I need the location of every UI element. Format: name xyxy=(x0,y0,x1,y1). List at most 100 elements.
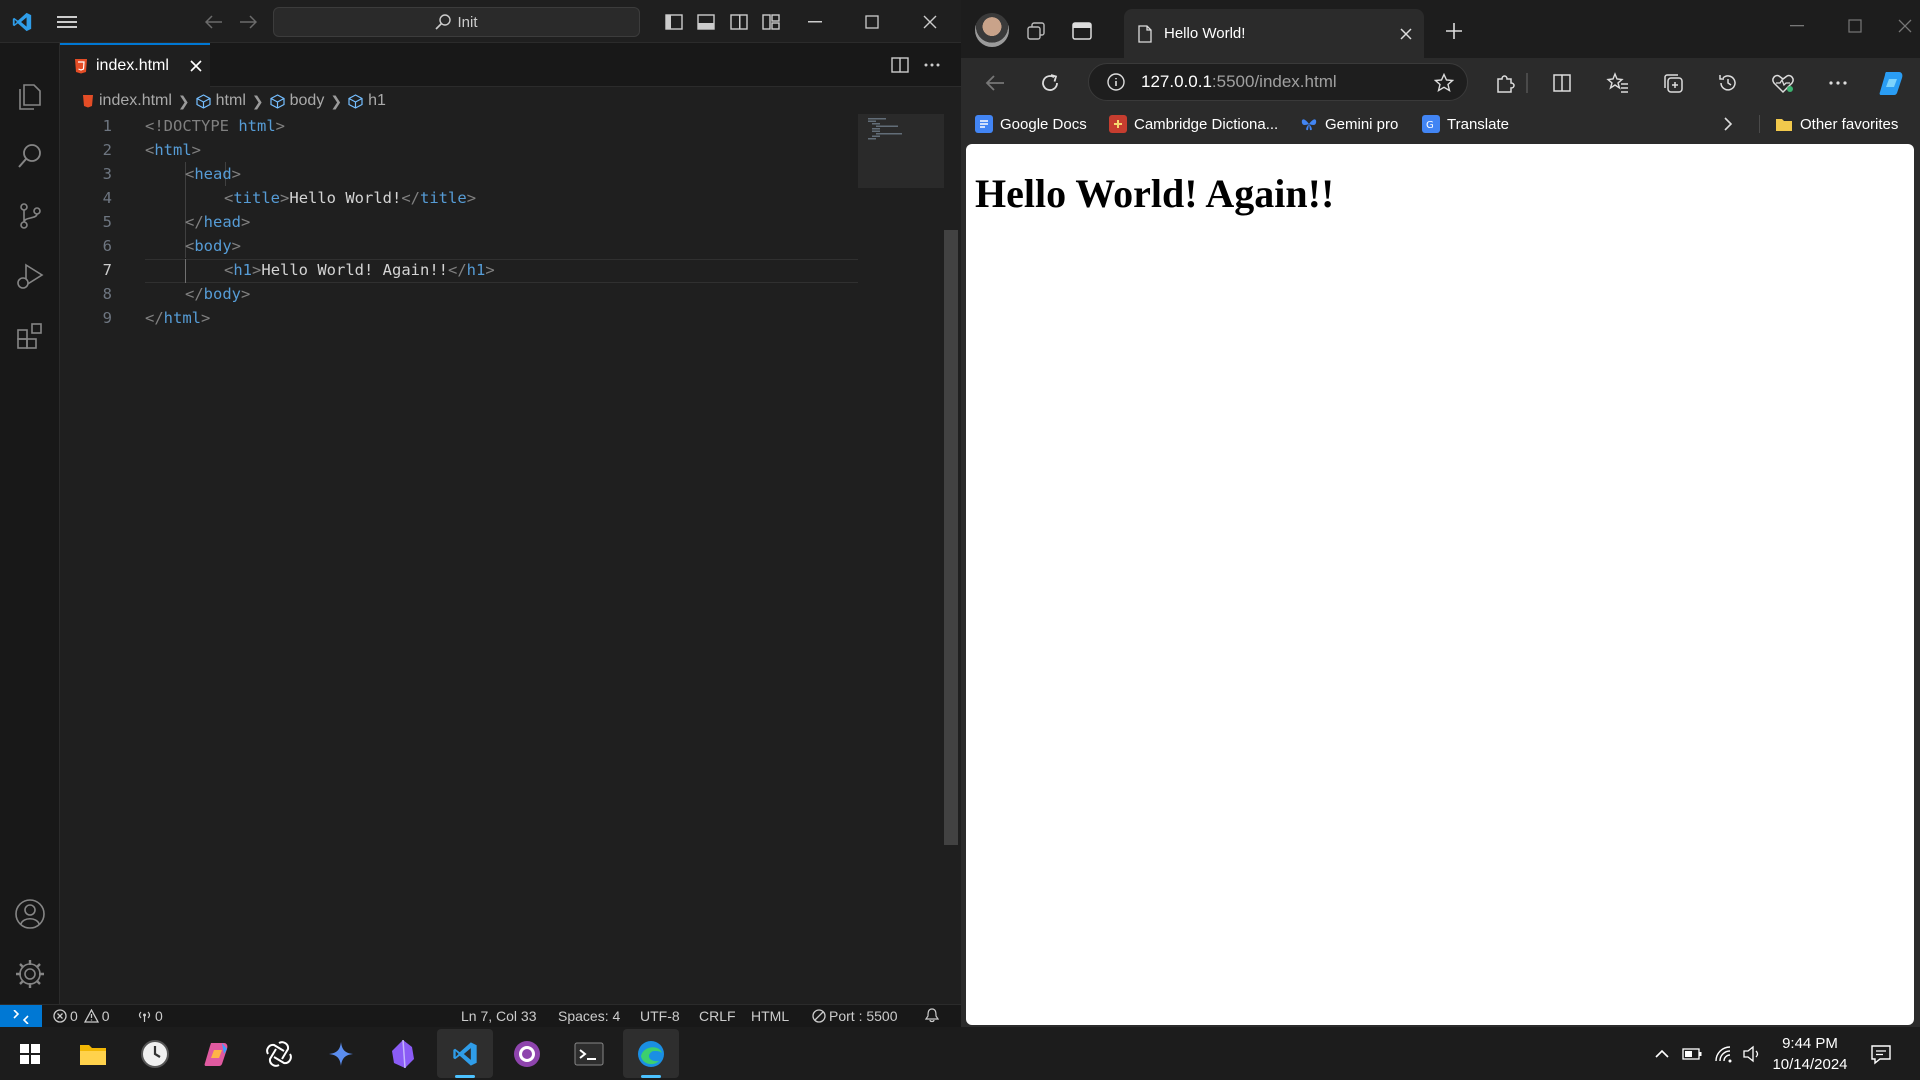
show-hidden-icons-chevron-icon[interactable] xyxy=(1650,1042,1674,1066)
code-line-4: <title>Hello World!</title> xyxy=(224,189,477,207)
eol-status[interactable]: CRLF xyxy=(699,1008,736,1024)
wifi-icon[interactable] xyxy=(1712,1042,1736,1066)
bookmark-gemini-pro[interactable]: Gemini pro xyxy=(1300,112,1398,136)
close-window-icon[interactable] xyxy=(1889,10,1920,42)
toggle-panel-icon[interactable] xyxy=(694,10,718,34)
notifications-bell-icon[interactable] xyxy=(925,1008,939,1023)
address-bar[interactable]: 127.0.0.1:5500/index.html xyxy=(1088,63,1468,101)
gemini-icon[interactable] xyxy=(313,1029,369,1078)
minimize-icon[interactable] xyxy=(792,6,838,38)
copilot-icon[interactable] xyxy=(1875,66,1909,100)
browser-tab-hello-world[interactable]: Hello World! xyxy=(1124,9,1424,58)
terminal-icon[interactable] xyxy=(561,1029,617,1078)
history-icon[interactable] xyxy=(1713,68,1743,98)
bookmark-cambridge-dictionary[interactable]: Cambridge Dictiona... xyxy=(1109,112,1278,136)
menu-icon[interactable] xyxy=(53,10,81,34)
toggle-secondary-sidebar-icon[interactable] xyxy=(727,10,751,34)
source-control-icon[interactable] xyxy=(8,194,52,238)
favorites-icon[interactable] xyxy=(1603,68,1633,98)
customize-layout-icon[interactable] xyxy=(759,10,783,34)
explorer-icon[interactable] xyxy=(8,74,52,118)
breadcrumb-label: h1 xyxy=(368,92,386,109)
system-clock[interactable]: 9:44 PM 10/14/2024 xyxy=(1766,1033,1854,1075)
close-tab-icon[interactable] xyxy=(1396,24,1416,44)
close-window-icon[interactable] xyxy=(907,6,953,38)
web-page-content: Hello World! Again!! xyxy=(966,144,1914,1025)
code-line-6: <body> xyxy=(185,237,242,255)
maximize-icon[interactable] xyxy=(1832,10,1878,42)
other-favorites-folder[interactable]: Other favorites xyxy=(1775,112,1898,136)
extensions-icon[interactable] xyxy=(8,314,52,358)
close-tab-icon[interactable] xyxy=(187,57,205,75)
extensions-puzzle-icon[interactable] xyxy=(1490,68,1520,98)
code-token: body xyxy=(203,285,241,303)
code-editor[interactable]: 1 2 3 4 5 6 7 8 9 <!DOCTYPE html> <html>… xyxy=(60,114,860,1004)
notification-center-icon[interactable] xyxy=(1868,1041,1894,1067)
breadcrumb-html[interactable]: html xyxy=(196,92,246,110)
github-desktop-icon[interactable] xyxy=(499,1029,555,1078)
cursor-position[interactable]: Ln 7, Col 33 xyxy=(461,1008,537,1024)
file-explorer-icon[interactable] xyxy=(65,1029,121,1078)
editor-scrollbar-thumb[interactable] xyxy=(944,230,958,845)
start-icon[interactable] xyxy=(2,1029,58,1078)
command-center-search[interactable]: Init xyxy=(273,7,640,37)
minimize-icon[interactable] xyxy=(1774,10,1820,42)
bookmark-label: Google Docs xyxy=(1000,115,1087,133)
cambridge-shield-icon xyxy=(1109,115,1127,133)
live-server-port-status[interactable]: Port : 5500 xyxy=(812,1008,898,1024)
collections-icon[interactable] xyxy=(1658,68,1688,98)
profile-avatar[interactable] xyxy=(975,13,1009,47)
breadcrumb-h1[interactable]: h1 xyxy=(348,92,386,110)
tab-actions-icon[interactable] xyxy=(1067,16,1097,46)
chevron-right-icon: ❯ xyxy=(330,92,343,109)
battery-icon[interactable] xyxy=(1680,1042,1704,1066)
workspaces-icon[interactable] xyxy=(1021,16,1051,46)
forward-arrow-icon[interactable] xyxy=(234,10,262,34)
settings-more-icon[interactable] xyxy=(1823,68,1853,98)
tab-label: index.html xyxy=(96,57,169,74)
copilot-icon[interactable] xyxy=(189,1029,245,1078)
run-debug-icon[interactable] xyxy=(8,254,52,298)
code-token: title xyxy=(420,189,467,207)
info-icon[interactable] xyxy=(1107,73,1125,91)
toggle-primary-sidebar-icon[interactable] xyxy=(662,10,686,34)
remote-indicator-icon[interactable] xyxy=(0,1005,42,1028)
back-arrow-icon[interactable] xyxy=(200,10,228,34)
minimap[interactable] xyxy=(858,114,944,188)
vscode-icon[interactable] xyxy=(437,1029,493,1078)
edge-icon[interactable] xyxy=(623,1029,679,1078)
chatgpt-icon[interactable] xyxy=(251,1029,307,1078)
browser-toolbar: 127.0.0.1:5500/index.html xyxy=(961,58,1920,108)
chevron-right-icon[interactable] xyxy=(1723,112,1733,136)
breadcrumb-file[interactable]: index.html xyxy=(82,92,172,110)
encoding-status[interactable]: UTF-8 xyxy=(640,1008,680,1024)
browser-tab-strip: Hello World! xyxy=(961,0,1920,58)
language-mode-status[interactable]: HTML xyxy=(751,1008,789,1024)
google-docs-icon xyxy=(975,115,993,133)
back-arrow-icon[interactable] xyxy=(979,67,1011,99)
indentation-status[interactable]: Spaces: 4 xyxy=(558,1008,620,1024)
windows-taskbar: 9:44 PM 10/14/2024 xyxy=(0,1027,1920,1080)
more-actions-icon[interactable] xyxy=(920,53,944,77)
reload-icon[interactable] xyxy=(1034,67,1066,99)
split-editor-icon[interactable] xyxy=(888,53,912,77)
tab-index-html[interactable]: index.html xyxy=(60,43,210,87)
volume-icon[interactable] xyxy=(1740,1042,1764,1066)
problems-indicator[interactable]: 0 0 xyxy=(53,1008,110,1024)
maximize-icon[interactable] xyxy=(849,6,895,38)
bookmark-google-docs[interactable]: Google Docs xyxy=(975,112,1087,136)
ports-indicator[interactable]: 0 xyxy=(137,1008,163,1024)
obsidian-icon[interactable] xyxy=(375,1029,431,1078)
favorite-star-icon[interactable] xyxy=(1433,72,1455,94)
code-line-3: <head> xyxy=(185,165,242,183)
clock-date: 10/14/2024 xyxy=(1772,1056,1848,1073)
browser-essentials-icon[interactable] xyxy=(1768,68,1798,98)
bookmark-translate[interactable]: G Translate xyxy=(1422,112,1509,136)
clock-app-icon[interactable] xyxy=(127,1029,183,1078)
breadcrumb-body[interactable]: body xyxy=(270,92,324,110)
accounts-icon[interactable] xyxy=(8,892,52,936)
manage-gear-icon[interactable] xyxy=(8,952,52,996)
new-tab-plus-icon[interactable] xyxy=(1439,16,1469,46)
split-screen-icon[interactable] xyxy=(1547,68,1577,98)
search-view-icon[interactable] xyxy=(8,134,52,178)
